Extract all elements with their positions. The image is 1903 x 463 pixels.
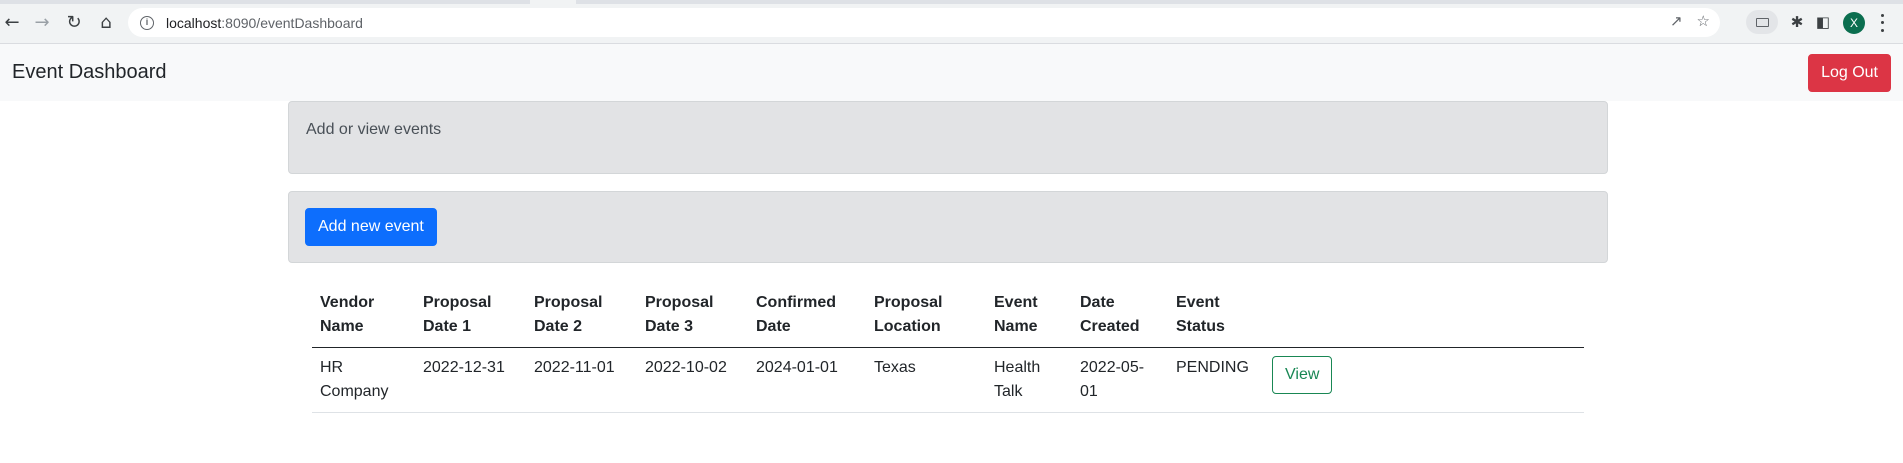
header-proposal-date-2: Proposal Date 2 — [526, 283, 637, 348]
cell-date-created: 2022-05-01 — [1072, 347, 1168, 413]
navbar-brand[interactable]: Event Dashboard — [12, 61, 167, 84]
cast-icon[interactable] — [1746, 10, 1778, 34]
table-row: HR Company 2022-12-31 2022-11-01 2022-10… — [312, 347, 1584, 413]
add-new-event-button[interactable]: Add new event — [305, 208, 437, 246]
header-confirmed-date: Confirmed Date — [748, 283, 866, 348]
header-date-created: Date Created — [1072, 283, 1168, 348]
home-icon[interactable]: ⌂ — [94, 10, 118, 34]
side-panel-icon[interactable]: ◧ — [1811, 10, 1835, 34]
app-navbar: Event Dashboard Log Out — [0, 44, 1903, 101]
cell-proposal-date-1: 2022-12-31 — [415, 347, 526, 413]
site-info-icon[interactable]: i — [140, 15, 154, 30]
header-vendor-name: Vendor Name — [312, 283, 415, 348]
forward-arrow-icon[interactable]: → — [30, 10, 54, 34]
header-actions — [1264, 283, 1584, 348]
logout-button[interactable]: Log Out — [1808, 53, 1891, 92]
tab-strip — [0, 0, 1903, 4]
info-panel: Add or view events — [288, 101, 1608, 174]
cell-confirmed-date: 2024-01-01 — [748, 347, 866, 413]
events-table: Vendor Name Proposal Date 1 Proposal Dat… — [312, 283, 1584, 413]
bookmark-star-icon[interactable]: ☆ — [1697, 12, 1710, 30]
header-proposal-location: Proposal Location — [866, 283, 986, 348]
header-proposal-date-1: Proposal Date 1 — [415, 283, 526, 348]
reload-icon[interactable]: ↻ — [62, 10, 86, 34]
header-event-status: Event Status — [1168, 283, 1264, 348]
extensions-icon[interactable]: ✱ — [1785, 10, 1809, 34]
info-panel-text: Add or view events — [306, 121, 442, 138]
share-icon[interactable]: ↗ — [1670, 12, 1683, 30]
back-arrow-icon[interactable]: ← — [0, 10, 24, 34]
table-header-row: Vendor Name Proposal Date 1 Proposal Dat… — [312, 283, 1584, 348]
profile-avatar[interactable]: X — [1843, 12, 1865, 34]
view-event-button[interactable]: View — [1272, 356, 1333, 394]
cell-proposal-location: Texas — [866, 347, 986, 413]
actions-panel: Add new event — [288, 191, 1608, 263]
main-container: Add or view events Add new event Vendor … — [288, 101, 1608, 413]
browser-chrome: ← → ↻ ⌂ i localhost:8090/eventDashboard … — [0, 0, 1903, 44]
cell-proposal-date-3: 2022-10-02 — [637, 347, 748, 413]
header-proposal-date-3: Proposal Date 3 — [637, 283, 748, 348]
browser-menu-icon[interactable] — [1877, 12, 1887, 34]
url-text: localhost:8090/eventDashboard — [166, 14, 363, 31]
cell-event-status: PENDING — [1168, 347, 1264, 413]
cell-proposal-date-2: 2022-11-01 — [526, 347, 637, 413]
cell-vendor-name: HR Company — [312, 347, 415, 413]
address-bar[interactable]: i localhost:8090/eventDashboard ↗ ☆ — [128, 8, 1720, 37]
cell-event-name: Health Talk — [986, 347, 1072, 413]
cell-actions: View — [1264, 347, 1584, 413]
header-event-name: Event Name — [986, 283, 1072, 348]
